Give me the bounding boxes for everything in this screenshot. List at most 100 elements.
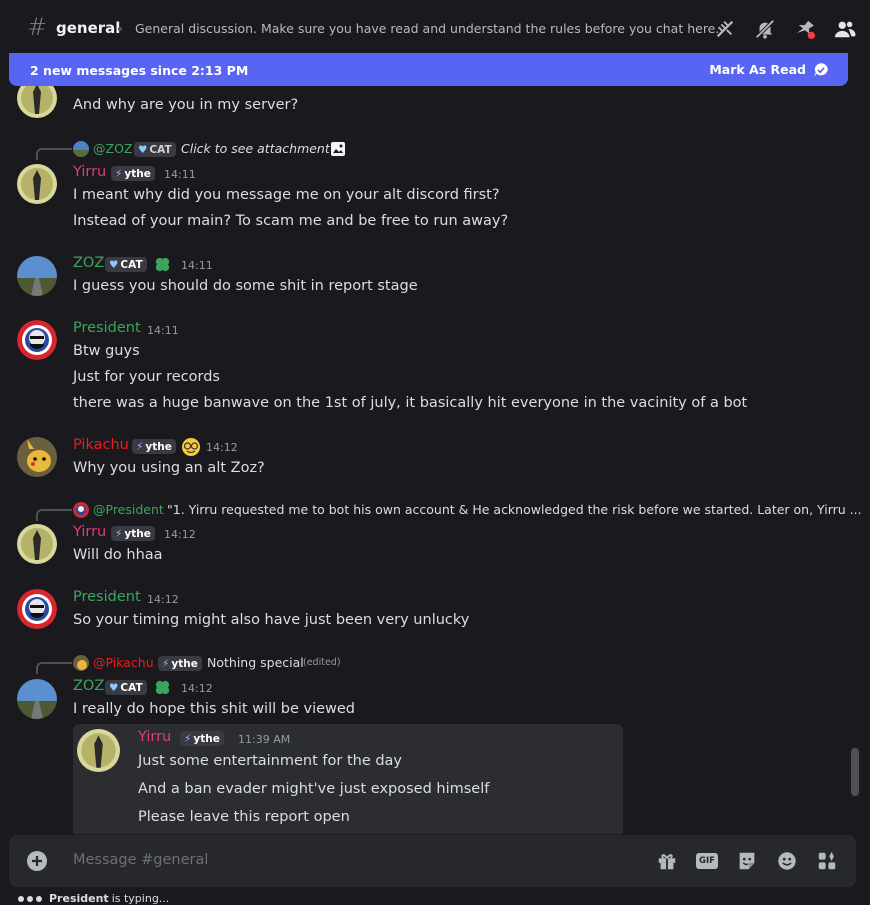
message-composer[interactable]: Message #general GIF xyxy=(9,835,856,887)
guild-tag[interactable]: ⚡ ythe xyxy=(132,439,176,454)
reply-author[interactable]: @ZOZ xyxy=(93,141,132,156)
message-input[interactable]: Message #general xyxy=(73,852,208,868)
username[interactable]: Pikachu xyxy=(73,437,129,453)
message-text: there was a huge banwave on the 1st of j… xyxy=(73,395,748,411)
text-channel-icon: # xyxy=(27,13,48,41)
avatar[interactable] xyxy=(17,679,57,719)
reply-tag: ♥ CAT xyxy=(134,142,176,157)
lightning-icon: ⚡ xyxy=(136,440,144,453)
guild-tag[interactable]: ⚡ ythe xyxy=(111,166,155,181)
reply-connector xyxy=(36,509,72,521)
embed-text: And a ban evader might've just exposed h… xyxy=(138,781,490,797)
message-text: Will do hhaa xyxy=(73,547,163,563)
edited-label: (edited) xyxy=(303,657,341,668)
heart-icon: ♥ xyxy=(138,143,148,156)
gift-icon[interactable] xyxy=(656,850,678,872)
avatar[interactable] xyxy=(17,164,57,204)
nerd-emoji-icon xyxy=(182,438,200,456)
scrollbar-thumb[interactable] xyxy=(851,748,859,796)
reply-preview[interactable]: Nothing special xyxy=(207,655,304,670)
avatar[interactable] xyxy=(17,437,57,477)
heart-icon: ♥ xyxy=(109,258,119,271)
timestamp[interactable]: 14:11 xyxy=(164,168,196,181)
typing-text: is typing... xyxy=(111,892,170,905)
avatar[interactable] xyxy=(17,320,57,360)
channel-header: # general General discussion. Make sure … xyxy=(0,0,870,54)
add-icon[interactable] xyxy=(27,851,47,871)
lightning-icon: ⚡ xyxy=(115,167,123,180)
reply-author[interactable]: @President xyxy=(93,502,164,517)
avatar[interactable] xyxy=(17,589,57,629)
username[interactable]: President xyxy=(73,320,141,336)
reply-avatar[interactable] xyxy=(73,655,89,671)
guild-tag[interactable]: ⚡ ythe xyxy=(180,731,224,746)
message-text: Instead of your main? To scam me and be … xyxy=(73,213,509,229)
mark-as-read-label: Mark As Read xyxy=(709,62,806,77)
mark-as-read-button[interactable]: Mark As Read xyxy=(701,58,838,81)
image-icon xyxy=(331,142,345,156)
username[interactable]: President xyxy=(73,589,141,605)
timestamp[interactable]: 14:12 xyxy=(164,528,196,541)
username[interactable]: Yirru xyxy=(73,524,106,540)
new-messages-text: 2 new messages since 2:13 PM xyxy=(30,63,249,78)
channel-name: general xyxy=(56,19,121,37)
lightning-icon: ⚡ xyxy=(184,732,192,745)
emoji-icon[interactable] xyxy=(776,850,798,872)
reply-preview[interactable]: "1. Yirru requested me to bot his own ac… xyxy=(167,502,862,517)
typing-dot xyxy=(27,895,33,902)
reply-connector xyxy=(36,148,72,160)
username[interactable]: ZOZ xyxy=(73,255,104,271)
message-text: Just for your records xyxy=(73,369,220,385)
heart-icon: ♥ xyxy=(109,681,119,694)
member-list-icon[interactable] xyxy=(834,18,856,40)
mute-bell-icon[interactable] xyxy=(754,18,776,40)
timestamp[interactable]: 14:12 xyxy=(206,441,238,454)
message-text: I guess you should do some shit in repor… xyxy=(73,278,418,294)
gif-icon[interactable]: GIF xyxy=(696,853,718,869)
message-text: And why are you in my server? xyxy=(73,97,299,113)
guild-tag[interactable]: ♥ CAT xyxy=(105,257,147,272)
avatar[interactable] xyxy=(17,86,57,118)
reply-preview[interactable]: Click to see attachment xyxy=(181,141,330,156)
username[interactable]: ZOZ xyxy=(73,678,104,694)
embed-timestamp[interactable]: 11:39 AM xyxy=(238,733,290,746)
typing-dot xyxy=(36,895,42,902)
apps-icon[interactable] xyxy=(816,850,838,872)
message-text: I really do hope this shit will be viewe… xyxy=(73,701,355,717)
embed-text: Just some entertainment for the day xyxy=(138,753,403,769)
reply-author[interactable]: @Pikachu xyxy=(93,655,154,670)
username[interactable]: Yirru xyxy=(73,164,106,180)
guild-tag[interactable]: ⚡ ythe xyxy=(111,526,155,541)
message-list[interactable]: And why are you in my server? @ZOZ ♥ CAT … xyxy=(0,86,870,834)
clover-icon xyxy=(155,257,170,272)
embed-text: Please leave this report open xyxy=(138,809,350,825)
new-messages-banner[interactable]: 2 new messages since 2:13 PM Mark As Rea… xyxy=(9,53,848,86)
timestamp[interactable]: 14:11 xyxy=(147,324,179,337)
timestamp[interactable]: 14:12 xyxy=(181,682,213,695)
message-text: So your timing might also have just been… xyxy=(73,612,470,628)
channel-topic[interactable]: General discussion. Make sure you have r… xyxy=(135,21,719,36)
message-embed[interactable]: Yirru ⚡ ythe 11:39 AM Just some entertain… xyxy=(73,724,623,834)
sticker-icon[interactable] xyxy=(736,850,758,872)
mark-read-icon xyxy=(814,62,828,77)
threads-icon[interactable] xyxy=(714,18,736,40)
message-text: Why you using an alt Zoz? xyxy=(73,460,265,476)
message-text: Btw guys xyxy=(73,343,140,359)
pin-icon[interactable] xyxy=(794,18,816,40)
typing-user: President xyxy=(49,892,109,905)
reply-connector xyxy=(36,662,72,674)
typing-indicator: President is typing... xyxy=(18,892,169,905)
reply-avatar[interactable] xyxy=(73,502,89,518)
embed-author[interactable]: Yirru xyxy=(138,729,171,745)
timestamp[interactable]: 14:11 xyxy=(181,259,213,272)
reply-avatar[interactable] xyxy=(73,141,89,157)
lightning-icon: ⚡ xyxy=(115,527,123,540)
header-divider-dot xyxy=(118,27,122,31)
lightning-icon: ⚡ xyxy=(162,657,170,670)
avatar[interactable] xyxy=(17,256,57,296)
embed-avatar[interactable] xyxy=(77,729,120,772)
avatar[interactable] xyxy=(17,524,57,564)
message-text: I meant why did you message me on your a… xyxy=(73,187,500,203)
timestamp[interactable]: 14:12 xyxy=(147,593,179,606)
guild-tag[interactable]: ♥ CAT xyxy=(105,680,147,695)
